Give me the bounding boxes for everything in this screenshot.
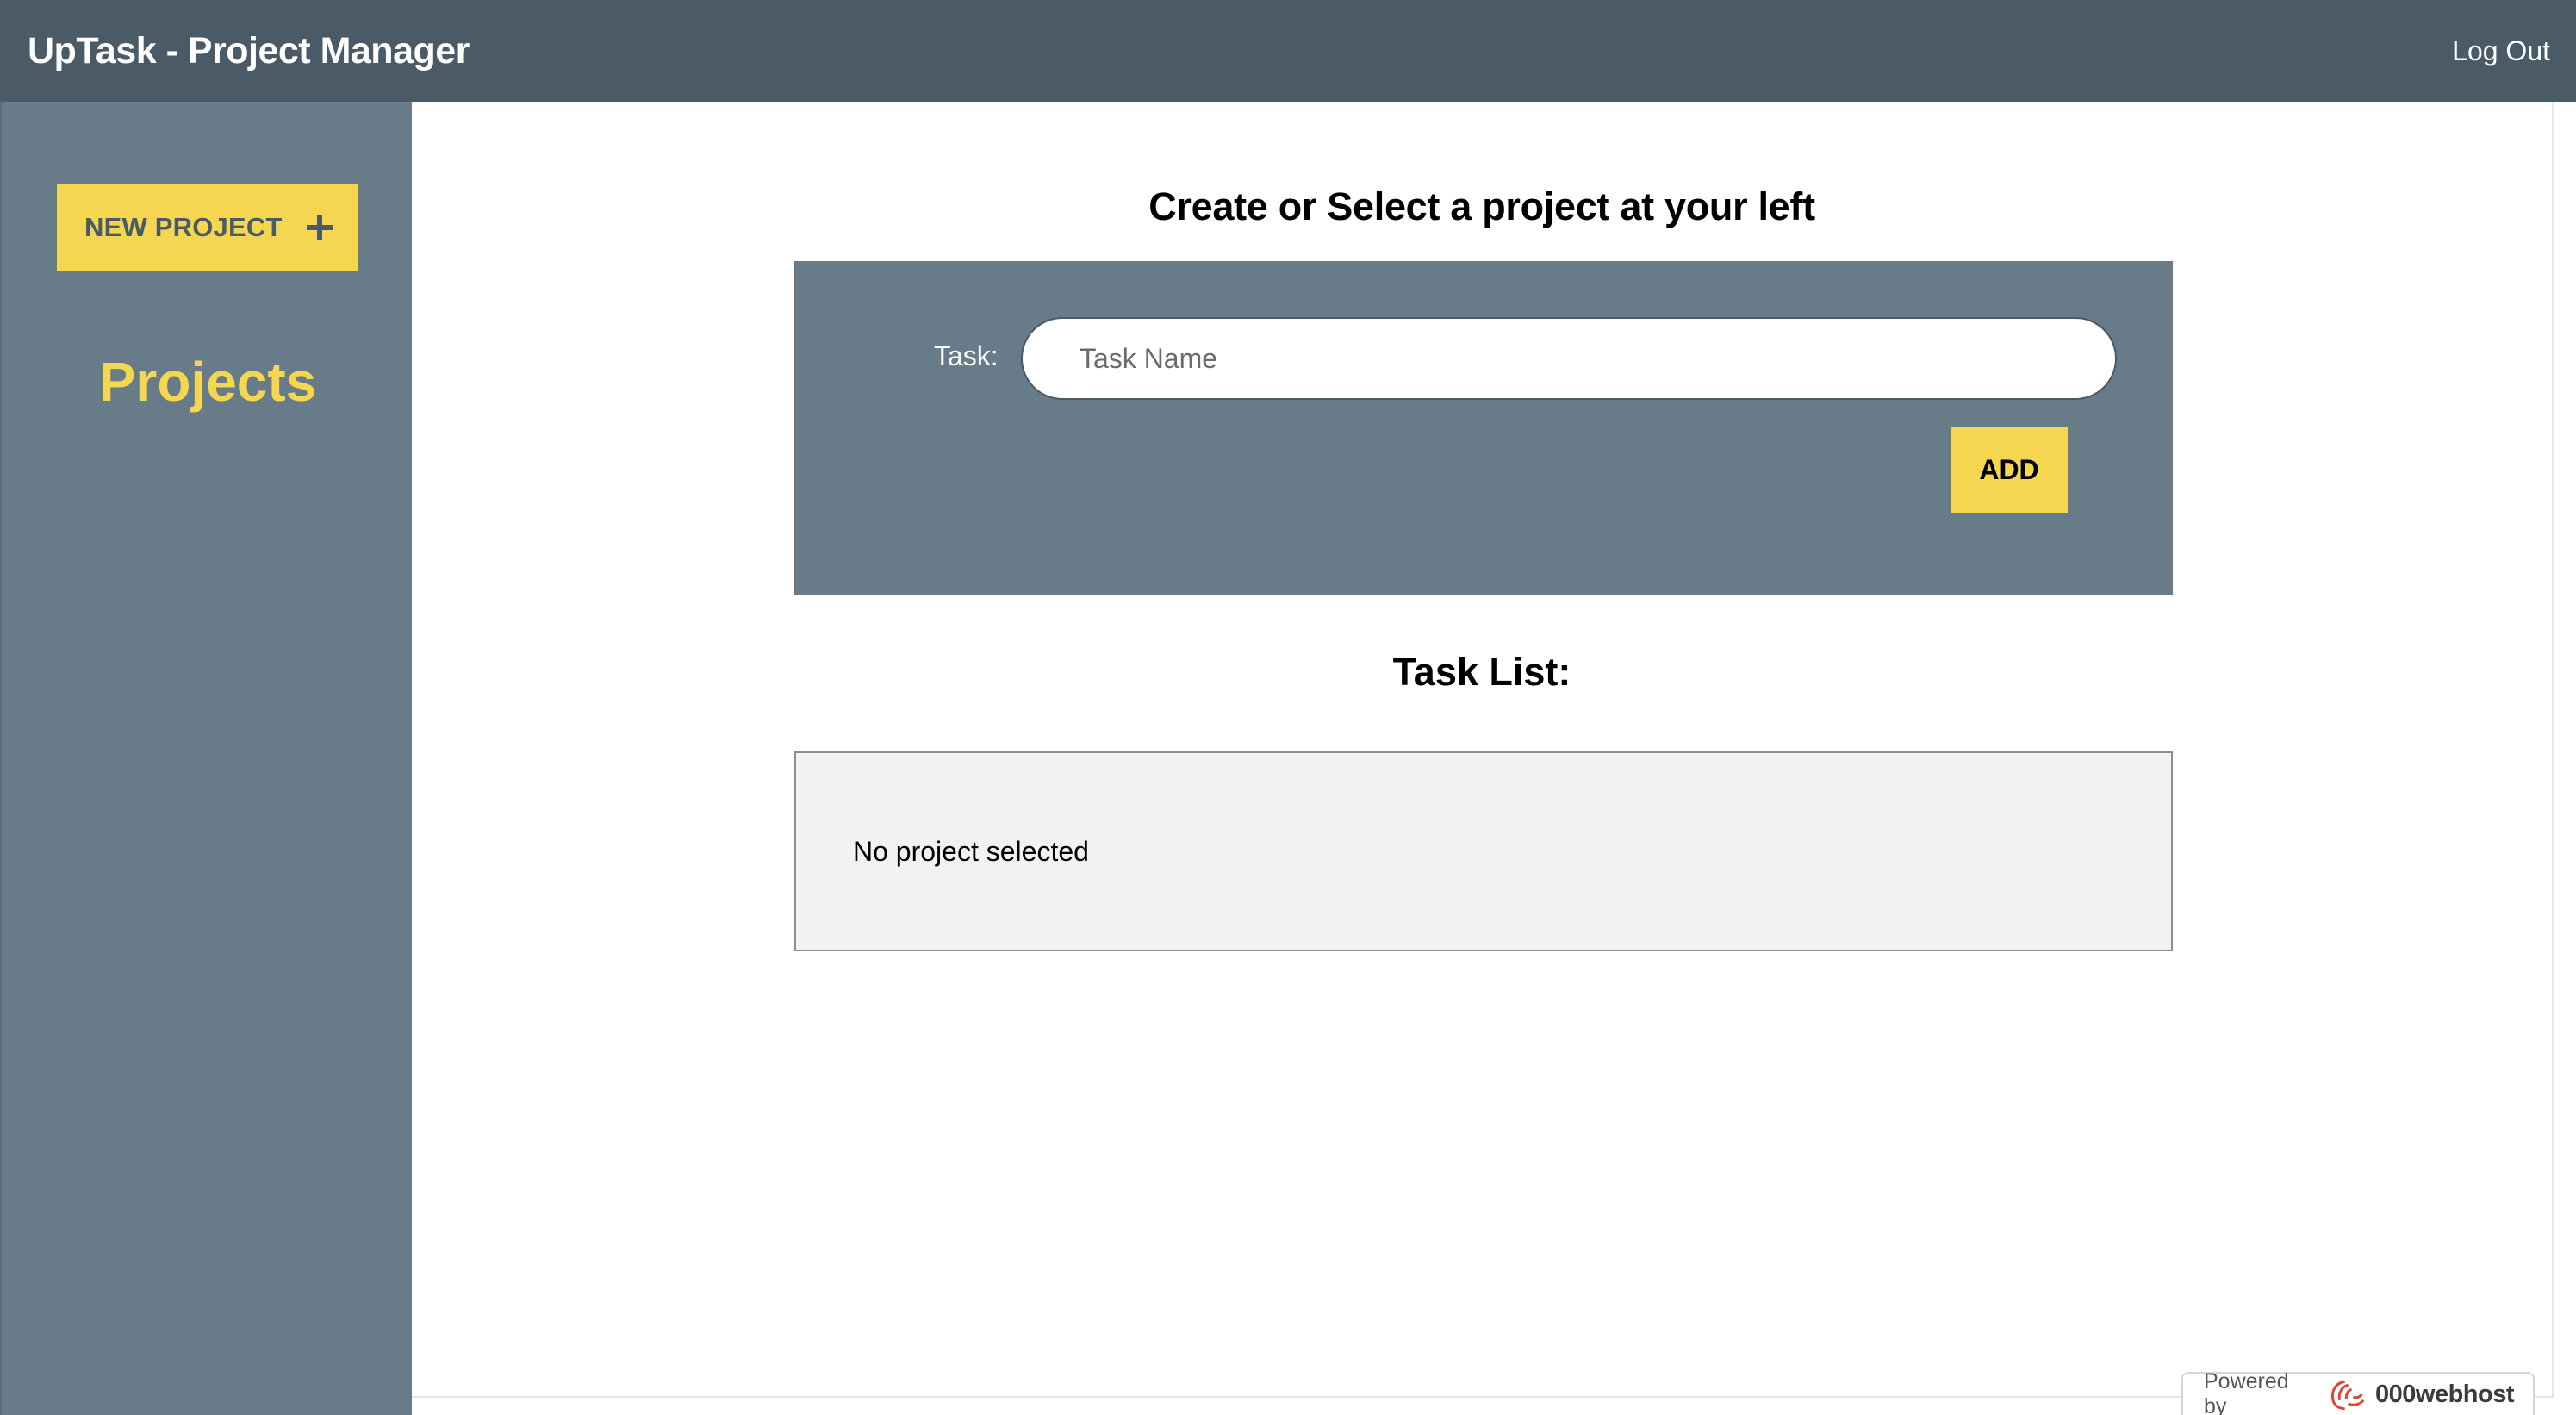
page-title: Create or Select a project at your left	[1148, 184, 1815, 228]
powered-by-badge[interactable]: Powered by 000webhost	[2181, 1369, 2535, 1415]
host-name: 000webhost	[2375, 1380, 2515, 1408]
sidebar: NEW PROJECT Projects	[0, 102, 412, 1415]
main-content: Create or Select a project at your left …	[412, 102, 2550, 1396]
add-task-button[interactable]: ADD	[1951, 427, 2068, 513]
projects-heading: Projects	[98, 351, 317, 413]
powered-by-label: Powered by	[2204, 1369, 2289, 1415]
000webhost-logo-icon	[2330, 1380, 2365, 1411]
new-project-label: NEW PROJECT	[84, 212, 283, 242]
task-list-heading: Task List:	[1392, 650, 1571, 694]
top-bar: UpTask - Project Manager Log Out	[0, 0, 2576, 102]
empty-state-message: No project selected	[853, 836, 1089, 867]
app-title: UpTask - Project Manager	[28, 29, 470, 72]
new-project-button[interactable]: NEW PROJECT	[57, 184, 358, 271]
logout-link[interactable]: Log Out	[2452, 35, 2550, 67]
plus-icon	[307, 215, 333, 240]
app-root: UpTask - Project Manager Log Out NEW PRO…	[0, 0, 2576, 1415]
content-right-border	[2552, 102, 2554, 1396]
task-form-panel: Task: ADD	[794, 261, 2173, 595]
task-list: No project selected	[794, 751, 2173, 951]
task-name-input[interactable]	[1021, 317, 2117, 400]
task-label: Task:	[934, 340, 999, 371]
